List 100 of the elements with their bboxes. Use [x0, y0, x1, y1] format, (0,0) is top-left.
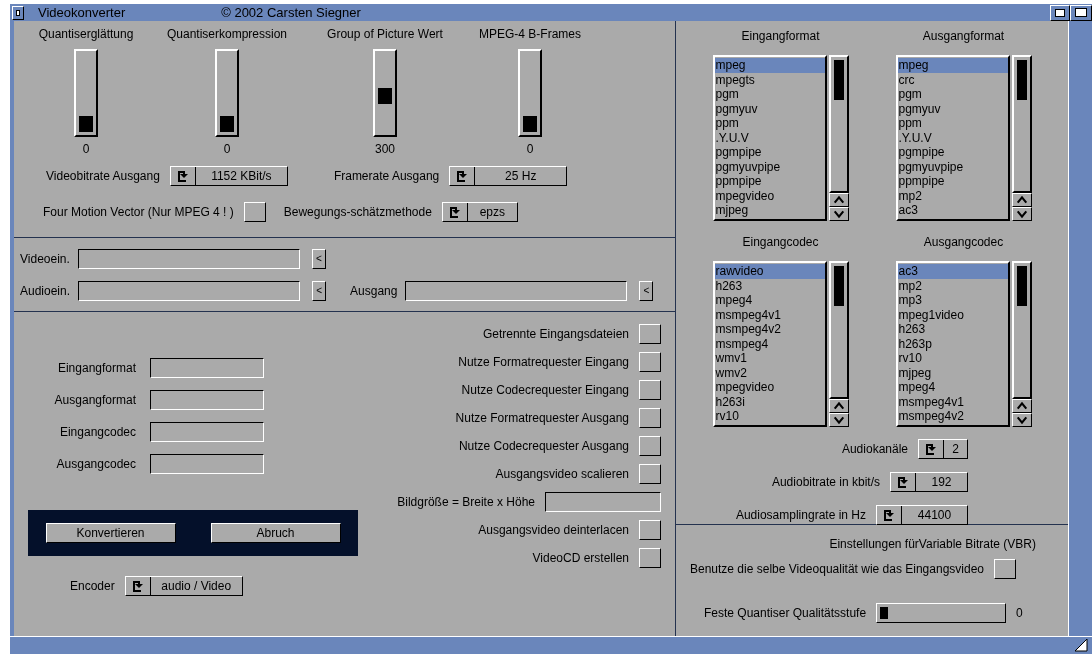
- slider-track[interactable]: [876, 603, 1007, 623]
- list-item[interactable]: crc: [897, 72, 1008, 87]
- checkbox[interactable]: [639, 408, 661, 428]
- checkbox[interactable]: [639, 324, 661, 344]
- checkbox[interactable]: [639, 520, 661, 540]
- slider-thumb[interactable]: [79, 116, 93, 132]
- popup-button[interactable]: <: [311, 248, 326, 269]
- cycle-button[interactable]: epzs: [441, 202, 518, 222]
- slider-thumb[interactable]: [880, 607, 889, 619]
- popup-button[interactable]: <: [312, 280, 327, 301]
- list-box[interactable]: mpeg mpegts pgm pgmyuv ppm .Y.U.V pgmpipe pgmyuvpipe ppmpipe mpegvideo mjpeg: [712, 55, 827, 221]
- list-item[interactable]: ppm: [714, 116, 825, 131]
- scrollbar[interactable]: [828, 261, 849, 427]
- arrow-down-icon[interactable]: [828, 207, 849, 221]
- slider-thumb[interactable]: [220, 116, 234, 132]
- checkbox[interactable]: [639, 464, 661, 484]
- cycle-button[interactable]: 1152 KBit/s: [169, 166, 288, 186]
- list-item[interactable]: pgmyuvpipe: [897, 159, 1008, 174]
- input-field[interactable]: [77, 248, 300, 269]
- checkbox[interactable]: [243, 202, 266, 222]
- list-item[interactable]: pgmyuv: [714, 101, 825, 116]
- scrollbar-knob[interactable]: [833, 266, 844, 306]
- checkbox[interactable]: [639, 380, 661, 400]
- list-item[interactable]: mpeg1video: [897, 307, 1008, 322]
- list-item[interactable]: pgm: [897, 87, 1008, 102]
- input-field[interactable]: [150, 422, 264, 442]
- list-item[interactable]: h263: [714, 278, 825, 293]
- list-item[interactable]: msmpeg4v2: [897, 409, 1008, 424]
- list-box[interactable]: rawvideo h263 mpeg4 msmpeg4v1 msmpeg4v2 msmpeg4 wmv1 wmv2 mpegvideo h263i rv10: [712, 261, 827, 427]
- slider-track[interactable]: [518, 49, 542, 137]
- list-item[interactable]: wmv2: [714, 365, 825, 380]
- list-item[interactable]: mp2: [897, 188, 1008, 203]
- list-item[interactable]: pgmyuvpipe: [714, 159, 825, 174]
- list-item[interactable]: msmpeg4v1: [897, 394, 1008, 409]
- list-item[interactable]: ac3: [897, 203, 1008, 218]
- checkbox[interactable]: [639, 548, 661, 568]
- input-field[interactable]: [545, 492, 661, 512]
- cycle-button[interactable]: audio / Video: [124, 576, 243, 596]
- list-item[interactable]: mjpeg: [897, 365, 1008, 380]
- cycle-button[interactable]: 192: [890, 472, 968, 492]
- scrollbar[interactable]: [1011, 261, 1032, 427]
- slider-thumb[interactable]: [378, 88, 392, 105]
- arrow-down-icon[interactable]: [1011, 413, 1032, 427]
- action-button[interactable]: Abruch: [210, 523, 341, 543]
- list-item[interactable]: h263i: [714, 394, 825, 409]
- scrollbar-knob[interactable]: [1016, 266, 1027, 306]
- list-item[interactable]: ppm: [897, 116, 1008, 131]
- scrollbar[interactable]: [1011, 55, 1032, 221]
- cycle-button[interactable]: 2: [918, 439, 968, 459]
- input-field[interactable]: [150, 358, 264, 378]
- list-item[interactable]: rv10: [897, 351, 1008, 366]
- list-item[interactable]: mpegvideo: [714, 380, 825, 395]
- list-item[interactable]: pgmyuv: [897, 101, 1008, 116]
- arrow-up-icon[interactable]: [828, 399, 849, 413]
- list-item[interactable]: mp3: [897, 293, 1008, 308]
- list-item[interactable]: msmpeg4v1: [714, 307, 825, 322]
- popup-button[interactable]: <: [639, 280, 654, 301]
- arrow-up-icon[interactable]: [828, 193, 849, 207]
- resize-icon[interactable]: [1074, 638, 1088, 652]
- list-item[interactable]: pgmpipe: [897, 145, 1008, 160]
- list-item[interactable]: mpeg4: [897, 380, 1008, 395]
- depth-icon[interactable]: [1070, 4, 1092, 21]
- list-item[interactable]: msmpeg4: [714, 336, 825, 351]
- list-item[interactable]: h263: [897, 322, 1008, 337]
- input-field[interactable]: [150, 454, 264, 474]
- list-item[interactable]: mpegvideo: [714, 188, 825, 203]
- arrow-down-icon[interactable]: [828, 413, 849, 427]
- action-button[interactable]: Konvertieren: [45, 523, 176, 543]
- input-field[interactable]: [150, 390, 264, 410]
- slider-track[interactable]: [373, 49, 397, 137]
- scrollbar[interactable]: [828, 55, 849, 221]
- list-item[interactable]: mp2: [897, 278, 1008, 293]
- list-item[interactable]: mpeg: [714, 58, 825, 73]
- input-field[interactable]: [78, 280, 301, 301]
- list-item[interactable]: pgm: [714, 87, 825, 102]
- checkbox[interactable]: [994, 559, 1016, 579]
- checkbox[interactable]: [639, 436, 661, 456]
- cycle-button[interactable]: 25 Hz: [449, 166, 568, 186]
- list-box[interactable]: ac3 mp2 mp3 mpeg1video h263 h263p rv10 mjpeg mpeg4 msmpeg4v1 msmpeg4v2: [895, 261, 1010, 427]
- list-item[interactable]: ac3: [897, 264, 1008, 279]
- close-icon[interactable]: [12, 5, 24, 20]
- list-item[interactable]: wmv1: [714, 351, 825, 366]
- arrow-up-icon[interactable]: [1011, 399, 1032, 413]
- slider-track[interactable]: [74, 49, 98, 137]
- list-item[interactable]: h263p: [897, 336, 1008, 351]
- list-item[interactable]: pgmpipe: [714, 145, 825, 160]
- list-item[interactable]: rawvideo: [714, 264, 825, 279]
- slider-track[interactable]: [215, 49, 239, 137]
- input-field[interactable]: [405, 280, 628, 301]
- list-item[interactable]: mpeg: [897, 58, 1008, 73]
- checkbox[interactable]: [639, 352, 661, 372]
- list-item[interactable]: mjpeg: [714, 203, 825, 218]
- list-item[interactable]: msmpeg4v2: [714, 322, 825, 337]
- list-item[interactable]: ppmpipe: [897, 174, 1008, 189]
- arrow-up-icon[interactable]: [1011, 193, 1032, 207]
- scrollbar-knob[interactable]: [1016, 60, 1027, 100]
- list-box[interactable]: mpeg crc pgm pgmyuv ppm .Y.U.V pgmpipe pgmyuvpipe ppmpipe mp2 ac3: [895, 55, 1010, 221]
- zoom-icon[interactable]: [1050, 4, 1070, 21]
- list-item[interactable]: .Y.U.V: [897, 130, 1008, 145]
- list-item[interactable]: rv10: [714, 409, 825, 424]
